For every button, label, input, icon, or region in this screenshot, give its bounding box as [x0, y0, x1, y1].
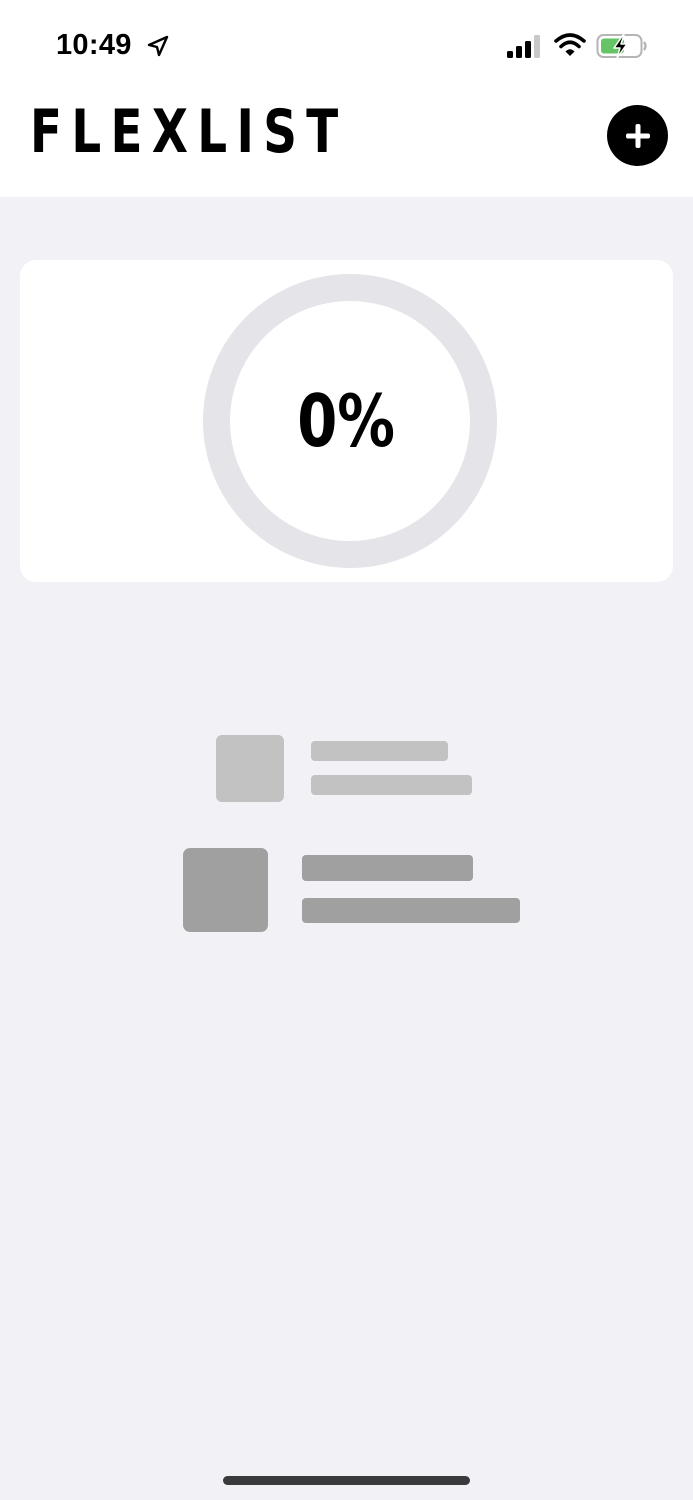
placeholder-thumbnail	[183, 848, 268, 932]
placeholder-line	[302, 898, 520, 923]
progress-label: 0%	[297, 379, 396, 463]
battery-charging-icon	[596, 34, 647, 59]
add-list-button[interactable]	[607, 105, 668, 166]
wifi-icon	[554, 33, 586, 56]
placeholder-line	[302, 855, 473, 881]
location-arrow-icon	[147, 35, 169, 57]
placeholder-line	[311, 741, 448, 761]
placeholder-thumbnail	[216, 735, 284, 802]
plus-icon	[625, 123, 650, 148]
app-title: FLEXLIST	[30, 97, 348, 167]
placeholder-line	[311, 775, 472, 795]
progress-card: 0%	[20, 260, 673, 582]
home-indicator[interactable]	[223, 1476, 470, 1485]
progress-percentage: 0%	[20, 260, 673, 582]
app-header: 10:49 FLEXLIST	[0, 0, 693, 197]
status-bar: 10:49	[0, 0, 693, 90]
status-time: 10:49	[56, 29, 132, 61]
cellular-signal-icon	[507, 35, 540, 58]
